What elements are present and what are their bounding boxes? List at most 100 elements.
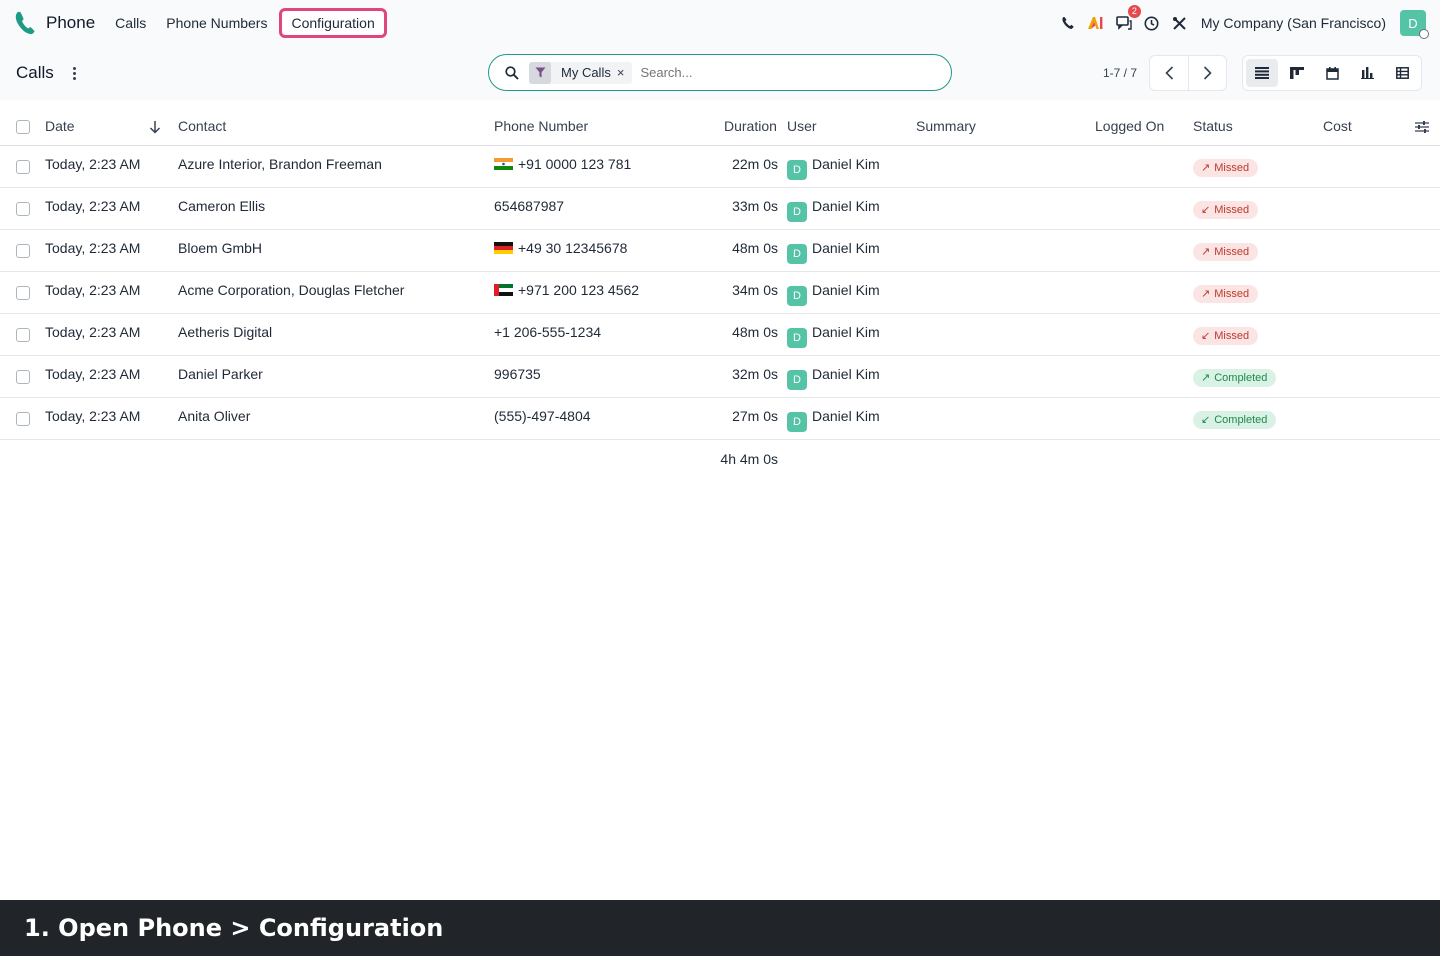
ai-icon[interactable] <box>1087 14 1105 32</box>
clock-icon[interactable] <box>1143 14 1161 32</box>
column-header-duration[interactable]: Duration <box>724 118 777 134</box>
company-switcher[interactable]: My Company (San Francisco) <box>1201 15 1386 31</box>
cell-contact: Daniel Parker <box>178 366 263 382</box>
cell-phone-number: +1 206-555-1234 <box>494 324 601 340</box>
status-label: Completed <box>1214 372 1268 384</box>
calendar-view-button[interactable] <box>1316 59 1348 87</box>
user-avatar-small: D <box>787 328 807 348</box>
table-row[interactable]: Today, 2:23 AM Aetheris Digital +1 206-555… <box>0 314 1440 356</box>
column-header-status[interactable]: Status <box>1193 118 1233 134</box>
cell-date: Today, 2:23 AM <box>45 366 141 382</box>
cell-contact: Bloem GmbH <box>178 240 263 256</box>
search-input[interactable] <box>640 65 901 80</box>
column-header-phone-number[interactable]: Phone Number <box>494 118 588 134</box>
user-avatar[interactable]: D <box>1400 10 1429 39</box>
cell-contact: Azure Interior, Brandon Freeman <box>178 156 382 172</box>
phone-number-text: 654687987 <box>494 198 565 214</box>
nav-calls[interactable]: Calls <box>107 9 154 37</box>
outgoing-call-icon: ↗ <box>1201 372 1211 384</box>
row-checkbox[interactable] <box>16 286 30 300</box>
control-panel: Calls My Calls × 1-7 / 7 <box>0 46 1440 100</box>
chevron-left-icon <box>1164 66 1173 80</box>
pager-buttons <box>1149 55 1227 91</box>
column-header-date[interactable]: Date <box>45 118 75 134</box>
cell-duration: 33m 0s <box>732 198 778 214</box>
search-icon[interactable] <box>505 65 519 80</box>
status-badge: ↙ Missed <box>1193 327 1259 345</box>
cell-date: Today, 2:23 AM <box>45 240 141 256</box>
graph-view-button[interactable] <box>1351 59 1383 87</box>
nav-configuration[interactable]: Configuration <box>279 8 387 38</box>
status-badge: ↗ Completed <box>1193 369 1277 387</box>
top-navbar: Phone Calls Phone Numbers Configuration … <box>0 0 1440 46</box>
app-brand[interactable]: Phone <box>14 10 107 36</box>
actions-menu-icon[interactable] <box>70 64 78 82</box>
cell-phone-number: 654687987 <box>494 198 564 214</box>
phone-handset-icon <box>15 11 35 35</box>
cell-user: D Daniel Kim <box>787 324 880 348</box>
cell-contact: Anita Oliver <box>178 408 251 424</box>
column-header-contact[interactable]: Contact <box>178 118 226 134</box>
tools-icon[interactable] <box>1171 14 1189 32</box>
table-row[interactable]: Today, 2:23 AM Daniel Parker 996735 32m 0s D… <box>0 356 1440 398</box>
row-checkbox[interactable] <box>16 370 30 384</box>
cell-duration: 48m 0s <box>732 324 778 340</box>
row-checkbox[interactable] <box>16 244 30 258</box>
user-avatar-small: D <box>787 202 807 222</box>
row-checkbox[interactable] <box>16 202 30 216</box>
phone-number-text: +91 0000 123 781 <box>518 156 632 172</box>
outgoing-call-icon: ↗ <box>1201 246 1211 258</box>
table-row[interactable]: Today, 2:23 AM Azure Interior, Brandon Fr… <box>0 146 1440 188</box>
pivot-view-button[interactable] <box>1386 59 1418 87</box>
pivot-view-icon <box>1395 67 1409 79</box>
messages-badge: 2 <box>1127 5 1141 18</box>
column-header-user[interactable]: User <box>787 118 817 134</box>
cell-date: Today, 2:23 AM <box>45 198 141 214</box>
table-row[interactable]: Today, 2:23 AM Acme Corporation, Douglas … <box>0 272 1440 314</box>
kanban-view-button[interactable] <box>1281 59 1313 87</box>
table-row[interactable]: Today, 2:23 AM Anita Oliver (555)-497-4804… <box>0 398 1440 440</box>
list-view-button[interactable] <box>1246 59 1278 87</box>
sliders-icon[interactable] <box>1415 121 1429 133</box>
nav-phone-numbers[interactable]: Phone Numbers <box>158 9 275 37</box>
incoming-call-icon: ↙ <box>1201 330 1211 342</box>
status-badge: ↗ Missed <box>1193 285 1259 303</box>
cell-user: D Daniel Kim <box>787 282 880 306</box>
row-checkbox[interactable] <box>16 328 30 342</box>
status-badge: ↗ Missed <box>1193 243 1259 261</box>
status-label: Missed <box>1214 204 1250 216</box>
select-all-checkbox[interactable] <box>16 120 30 134</box>
row-checkbox[interactable] <box>16 160 30 174</box>
column-header-summary[interactable]: Summary <box>916 118 976 134</box>
user-name: Daniel Kim <box>812 156 880 172</box>
cell-duration: 34m 0s <box>732 282 778 298</box>
column-header-logged-on[interactable]: Logged On <box>1095 118 1164 134</box>
row-checkbox[interactable] <box>16 412 30 426</box>
user-avatar-small: D <box>787 244 807 264</box>
phone-number-text: +1 206-555-1234 <box>494 324 602 340</box>
table-row[interactable]: Today, 2:23 AM Cameron Ellis 654687987 33m … <box>0 188 1440 230</box>
cell-phone-number: +49 30 12345678 <box>494 240 627 256</box>
column-header-cost[interactable]: Cost <box>1323 118 1352 134</box>
user-name: Daniel Kim <box>812 240 880 256</box>
cell-contact: Acme Corporation, Douglas Fletcher <box>178 282 405 298</box>
cell-phone-number: +971 200 123 4562 <box>494 282 639 298</box>
messages-icon[interactable]: 2 <box>1115 5 1141 32</box>
chevron-right-icon <box>1203 66 1212 80</box>
cell-date: Today, 2:23 AM <box>45 408 141 424</box>
flag-de-icon <box>494 242 513 254</box>
table-row[interactable]: Today, 2:23 AM Bloem GmbH +49 30 12345678 4… <box>0 230 1440 272</box>
cell-contact: Aetheris Digital <box>178 324 273 340</box>
cell-phone-number: 996735 <box>494 366 541 382</box>
avatar-initial: D <box>1408 15 1418 31</box>
pager-value[interactable]: 1-7 / 7 <box>1103 66 1137 80</box>
filter-icon <box>529 61 551 84</box>
pager-previous-button[interactable] <box>1150 56 1188 90</box>
status-label: Missed <box>1214 246 1250 258</box>
user-name: Daniel Kim <box>812 366 880 382</box>
facet-remove-icon[interactable]: × <box>617 65 633 80</box>
pager-next-button[interactable] <box>1188 56 1226 90</box>
user-name: Daniel Kim <box>812 324 880 340</box>
search-bar[interactable]: My Calls × <box>488 54 952 91</box>
phone-icon[interactable] <box>1059 14 1077 32</box>
